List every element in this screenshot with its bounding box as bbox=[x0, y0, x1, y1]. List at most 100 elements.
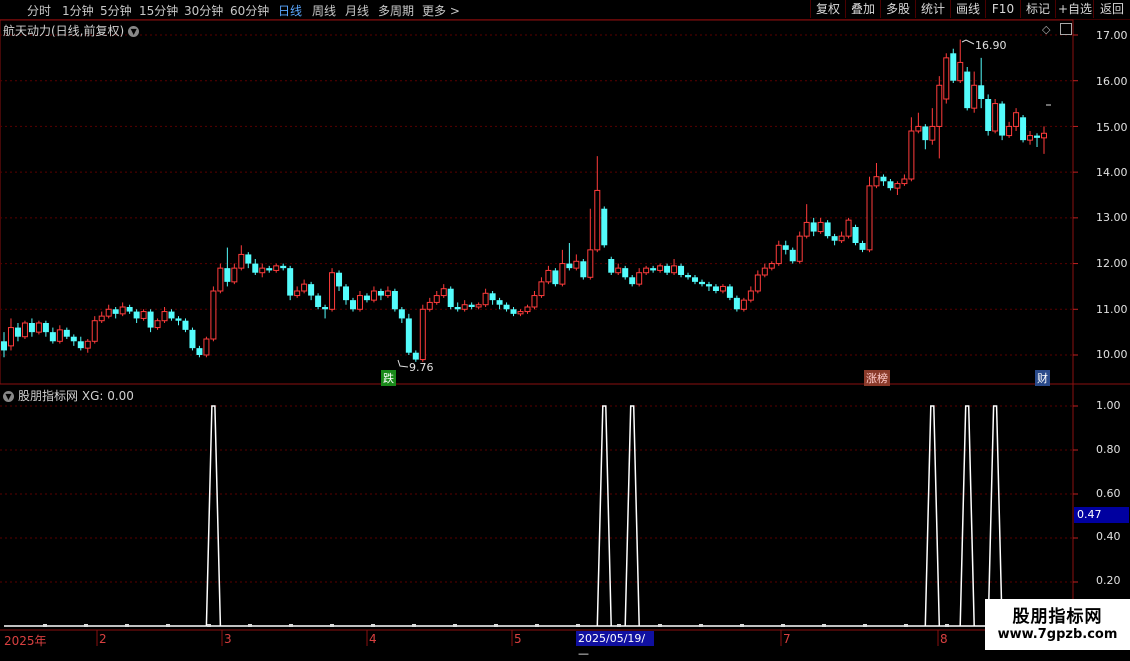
candle-body bbox=[531, 295, 538, 308]
indicator-title: 股朋指标网 bbox=[18, 389, 79, 403]
candle-body bbox=[42, 323, 49, 333]
candle-body bbox=[922, 126, 929, 141]
candle-body bbox=[915, 125, 922, 132]
kline-chart[interactable] bbox=[0, 0, 1130, 650]
candle-body bbox=[440, 288, 447, 297]
candle-body bbox=[189, 329, 196, 349]
candle-body bbox=[517, 311, 524, 315]
low-price-label: 9.76 bbox=[409, 361, 434, 374]
candle-body bbox=[636, 272, 643, 285]
diamond-icon[interactable]: ◇ bbox=[1042, 23, 1050, 36]
candle-body bbox=[398, 309, 405, 319]
main-chart-title: 航天动力(日线,前复权) ▼ bbox=[3, 22, 140, 39]
baseline-dot bbox=[43, 624, 47, 627]
candle-body bbox=[950, 53, 957, 81]
candle-body bbox=[56, 329, 63, 342]
candle-body bbox=[559, 263, 566, 285]
candle-body bbox=[1041, 132, 1047, 139]
candle-body bbox=[608, 259, 615, 273]
candle-body bbox=[740, 299, 747, 310]
candle-body bbox=[412, 352, 419, 360]
candle-body bbox=[140, 311, 147, 319]
panel-toggle-icon[interactable] bbox=[1060, 23, 1072, 35]
candle-body bbox=[664, 265, 671, 273]
baseline-dot bbox=[166, 624, 170, 627]
candle-body bbox=[866, 185, 873, 251]
y-tick: 13.00 bbox=[1096, 211, 1128, 224]
candle-body bbox=[852, 227, 859, 243]
badge-zhangbang[interactable]: 涨榜 bbox=[864, 370, 890, 386]
candle-body bbox=[489, 293, 496, 301]
candle-body bbox=[28, 323, 35, 333]
candle-body bbox=[475, 304, 482, 308]
candle-body bbox=[70, 336, 77, 342]
candle-body bbox=[761, 267, 768, 276]
candle-body bbox=[280, 265, 287, 269]
candle-body bbox=[349, 300, 356, 310]
baseline-dot bbox=[740, 624, 744, 627]
baseline-dot bbox=[289, 624, 293, 627]
candle-body bbox=[929, 125, 936, 141]
baseline-dot bbox=[945, 624, 949, 627]
candle-body bbox=[573, 260, 580, 269]
candle-body bbox=[259, 267, 266, 274]
candle-body bbox=[245, 254, 252, 264]
xg-spike bbox=[205, 405, 222, 627]
candle-body bbox=[692, 277, 699, 282]
candle-body bbox=[419, 308, 426, 361]
baseline-dot bbox=[248, 624, 252, 627]
xg-spike bbox=[924, 405, 941, 627]
candle-body bbox=[384, 290, 391, 297]
candle-body bbox=[831, 236, 838, 241]
candle-body bbox=[754, 274, 761, 292]
candle-body bbox=[810, 222, 817, 232]
date-label: 5 bbox=[514, 632, 522, 646]
baseline-dot bbox=[494, 624, 498, 627]
candle-body bbox=[154, 320, 161, 329]
candle-body bbox=[566, 263, 573, 269]
badge-die[interactable]: 跌 bbox=[381, 370, 396, 386]
candle-body bbox=[21, 322, 28, 338]
xg-spike bbox=[596, 405, 612, 627]
candle-body bbox=[126, 307, 133, 312]
candle-body bbox=[147, 311, 154, 328]
candle-body bbox=[287, 268, 294, 296]
low-marker-line bbox=[397, 359, 409, 368]
candle-body bbox=[426, 301, 433, 310]
candle-body bbox=[1034, 135, 1041, 138]
y-tick: 11.00 bbox=[1096, 303, 1128, 316]
candle-body bbox=[936, 84, 943, 127]
candle-body bbox=[719, 285, 726, 292]
candle-body bbox=[161, 311, 168, 322]
baseline-dot bbox=[822, 624, 826, 627]
candle-body bbox=[747, 290, 754, 301]
candle-body bbox=[461, 304, 468, 310]
candle-body bbox=[999, 103, 1006, 136]
y-tick: 16.00 bbox=[1096, 75, 1128, 88]
chevron-down-icon[interactable]: ▼ bbox=[128, 26, 140, 37]
badge-cai[interactable]: 财 bbox=[1035, 370, 1050, 386]
candle-body bbox=[845, 219, 852, 237]
candle-body bbox=[7, 327, 14, 347]
baseline-dot bbox=[658, 624, 662, 627]
candle-body bbox=[182, 320, 189, 330]
baseline-dot bbox=[576, 624, 580, 627]
watermark-line2: www.7gpzb.com bbox=[997, 627, 1118, 642]
candle-body bbox=[782, 245, 789, 250]
candle-body bbox=[454, 307, 461, 310]
candle-body bbox=[838, 235, 845, 242]
candle-body bbox=[112, 309, 119, 314]
candle-body bbox=[538, 281, 545, 297]
candle-body bbox=[1013, 112, 1020, 127]
chevron-down-icon[interactable]: ▼ bbox=[3, 391, 14, 402]
candle-body bbox=[266, 268, 273, 271]
candle-body bbox=[343, 286, 350, 301]
candle-body bbox=[789, 249, 796, 262]
baseline-dot bbox=[125, 624, 129, 627]
candle-body bbox=[894, 183, 901, 189]
candle-body bbox=[775, 244, 782, 265]
candle-body bbox=[964, 71, 971, 109]
candle-body bbox=[217, 267, 224, 292]
candle-body bbox=[196, 348, 203, 355]
candle-body bbox=[503, 304, 510, 310]
